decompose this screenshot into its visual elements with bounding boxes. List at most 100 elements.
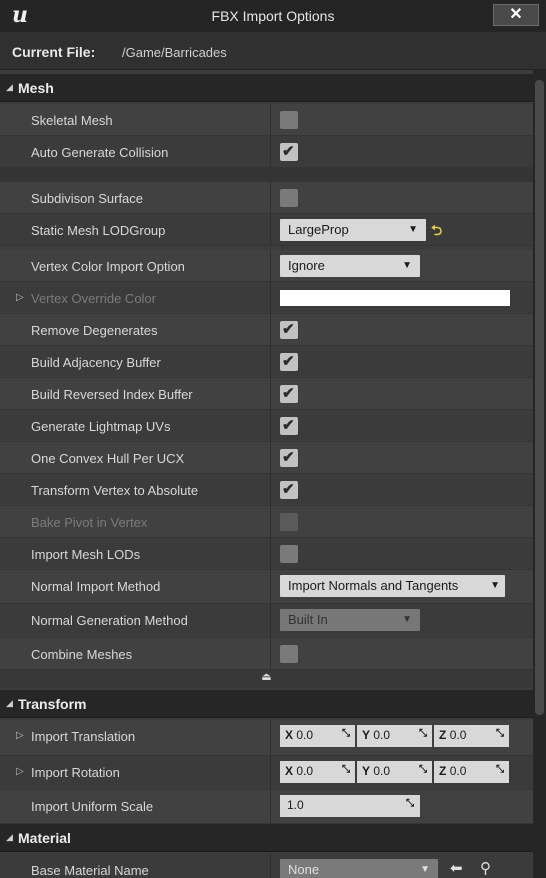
axis-label: Y — [362, 764, 371, 778]
expand-arrow-icon[interactable]: ▷ — [16, 292, 24, 303]
expand-arrow-icon[interactable]: ▷ — [16, 730, 24, 741]
rotation-y-field[interactable]: Y 0.0 ⤡ — [357, 761, 432, 783]
build-reversed-index-buffer-checkbox[interactable]: ✔ — [280, 385, 298, 403]
row-normal-import-method: Normal Import Method Import Normals and … — [0, 570, 533, 604]
property-label: One Convex Hull Per UCX — [31, 451, 185, 466]
close-button[interactable]: ✕ — [493, 4, 539, 26]
transform-section-header[interactable]: ◢ Transform — [0, 690, 533, 718]
drag-handle-icon: ⤡ — [496, 764, 504, 775]
row-skeletal-mesh: Skeletal Mesh — [0, 104, 533, 136]
fbx-import-options-window: u FBX Import Options ✕ Current File: /Ga… — [0, 0, 546, 878]
remove-degenerates-checkbox[interactable]: ✔ — [280, 321, 298, 339]
import-mesh-lods-checkbox[interactable] — [280, 545, 298, 563]
collapse-triangle-icon: ◢ — [6, 82, 13, 92]
check-icon: ✔ — [282, 321, 295, 338]
use-selected-arrow-icon[interactable]: ⬅ — [450, 859, 463, 877]
one-convex-hull-per-ucx-checkbox[interactable]: ✔ — [280, 449, 298, 467]
row-transform-vertex-to-absolute: Transform Vertex to Absolute ✔ — [0, 474, 533, 506]
vertex-color-import-dropdown[interactable]: Ignore ▼ — [280, 255, 420, 277]
drag-handle-icon: ⤡ — [419, 764, 427, 775]
section-title: Mesh — [18, 80, 54, 96]
translation-x-field[interactable]: X 0.0 ⤡ — [280, 725, 355, 747]
base-material-dropdown[interactable]: None ▼ — [280, 859, 438, 878]
mesh-section-header[interactable]: ◢ Mesh — [0, 74, 533, 102]
check-icon: ✔ — [282, 481, 295, 498]
row-subdivision-surface: Subdivison Surface — [0, 182, 533, 214]
field-value: 0.0 — [296, 764, 314, 778]
dropdown-value: None — [288, 862, 320, 877]
uniform-scale-field[interactable]: 1.0 ⤡ — [280, 795, 420, 817]
row-build-adjacency-buffer: Build Adjacency Buffer ✔ — [0, 346, 533, 378]
transform-vertex-to-absolute-checkbox[interactable]: ✔ — [280, 481, 298, 499]
dropdown-value: Ignore — [288, 258, 325, 273]
dropdown-value: Built In — [288, 612, 328, 627]
property-label: Static Mesh LODGroup — [31, 223, 166, 238]
chevron-down-icon: ▼ — [420, 864, 430, 875]
generate-lightmap-uvs-checkbox[interactable]: ✔ — [280, 417, 298, 435]
material-section-header[interactable]: ◢ Material — [0, 824, 533, 852]
build-adjacency-buffer-checkbox[interactable]: ✔ — [280, 353, 298, 371]
row-generate-lightmap-uvs: Generate Lightmap UVs ✔ — [0, 410, 533, 442]
property-label: Vertex Override Color — [31, 291, 156, 306]
field-value: 0.0 — [296, 728, 314, 742]
drag-handle-icon: ⤡ — [342, 728, 350, 739]
row-combine-meshes: Combine Meshes — [0, 638, 533, 670]
subdivision-surface-checkbox[interactable] — [280, 189, 298, 207]
translation-y-field[interactable]: Y 0.0 ⤡ — [357, 725, 432, 747]
chevron-down-icon: ▼ — [402, 614, 412, 625]
collapse-triangle-icon: ◢ — [6, 698, 13, 708]
chevron-down-icon: ▼ — [490, 580, 500, 591]
group-divider — [0, 168, 533, 182]
bake-pivot-in-vertex-checkbox — [280, 513, 298, 531]
drag-handle-icon: ⤡ — [419, 728, 427, 739]
row-bake-pivot-in-vertex: Bake Pivot in Vertex — [0, 506, 533, 538]
property-label: Build Adjacency Buffer — [31, 355, 161, 370]
property-label: Normal Generation Method — [31, 613, 188, 628]
property-label: Bake Pivot in Vertex — [31, 515, 148, 530]
property-label: Combine Meshes — [31, 647, 133, 662]
property-label: Auto Generate Collision — [31, 145, 169, 160]
property-label: Skeletal Mesh — [31, 113, 113, 128]
translation-z-field[interactable]: Z 0.0 ⤡ — [434, 725, 509, 747]
property-label: Subdivison Surface — [31, 191, 144, 206]
browse-search-icon[interactable]: ⚲ — [480, 859, 491, 877]
check-icon: ✔ — [282, 417, 295, 434]
check-icon: ✔ — [282, 385, 295, 402]
scrollbar-thumb[interactable] — [535, 80, 544, 715]
expand-arrow-icon[interactable]: ▷ — [16, 766, 24, 777]
field-value: 0.0 — [449, 764, 467, 778]
chevron-down-icon: ▼ — [408, 224, 418, 235]
collapse-advanced-button[interactable]: ⏏ — [0, 670, 533, 688]
row-base-material-name: Base Material Name None ▼ ⬅ ⚲ — [0, 854, 533, 878]
field-value: 0.0 — [373, 764, 391, 778]
static-mesh-lodgroup-dropdown[interactable]: LargeProp ▼ — [280, 219, 426, 241]
dropdown-value: Import Normals and Tangents — [288, 578, 459, 593]
rotation-x-field[interactable]: X 0.0 ⤡ — [280, 761, 355, 783]
normal-import-method-dropdown[interactable]: Import Normals and Tangents ▼ — [280, 575, 505, 597]
property-label: Normal Import Method — [31, 579, 161, 594]
property-label: Import Translation — [31, 729, 136, 744]
row-auto-generate-collision: Auto Generate Collision ✔ — [0, 136, 533, 168]
combine-meshes-checkbox[interactable] — [280, 645, 298, 663]
field-value: 0.0 — [449, 728, 467, 742]
row-import-rotation: ▷ Import Rotation X 0.0 ⤡ Y 0.0 ⤡ Z 0.0 ⤡ — [0, 756, 533, 790]
property-label: Vertex Color Import Option — [31, 259, 185, 274]
drag-handle-icon: ⤡ — [342, 764, 350, 775]
property-label: Import Uniform Scale — [31, 799, 154, 814]
auto-generate-collision-checkbox[interactable]: ✔ — [280, 143, 298, 161]
skeletal-mesh-checkbox[interactable] — [280, 111, 298, 129]
property-label: Import Rotation — [31, 765, 120, 780]
row-import-mesh-lods: Import Mesh LODs — [0, 538, 533, 570]
title-bar[interactable]: u FBX Import Options ✕ — [0, 0, 546, 32]
axis-label: Y — [362, 728, 371, 742]
reset-to-default-icon[interactable]: ⮌ — [431, 220, 442, 244]
row-normal-generation-method: Normal Generation Method Built In ▼ — [0, 604, 533, 638]
row-vertex-override-color: ▷ Vertex Override Color — [0, 282, 533, 314]
rotation-z-field[interactable]: Z 0.0 ⤡ — [434, 761, 509, 783]
field-value: 1.0 — [287, 798, 304, 812]
vertex-override-color-swatch[interactable] — [280, 290, 510, 306]
row-import-uniform-scale: Import Uniform Scale 1.0 ⤡ — [0, 790, 533, 824]
property-label: Build Reversed Index Buffer — [31, 387, 193, 402]
check-icon: ✔ — [282, 449, 295, 466]
axis-label: X — [285, 728, 294, 742]
